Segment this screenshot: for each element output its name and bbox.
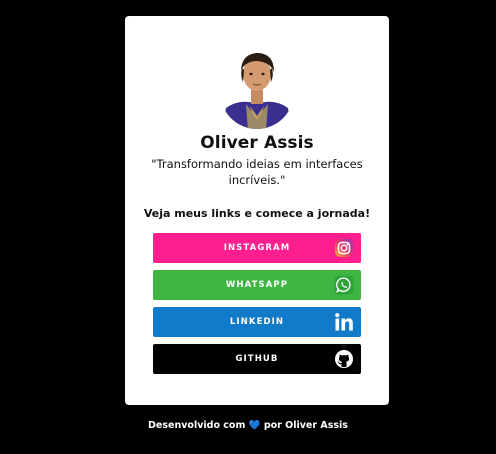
link-label: GITHUB: [235, 354, 279, 364]
whatsapp-link-button[interactable]: WHATSAPP: [153, 270, 361, 300]
github-link-button[interactable]: GITHUB: [153, 344, 361, 374]
profile-name: Oliver Assis: [200, 133, 314, 153]
instagram-icon: [333, 237, 355, 259]
avatar: [220, 46, 294, 131]
instagram-link-button[interactable]: INSTAGRAM: [153, 233, 361, 263]
linkedin-icon: [333, 311, 355, 333]
call-to-action: Veja meus links e comece a jornada!: [143, 207, 371, 220]
github-icon: [333, 348, 355, 370]
profile-bio: "Transformando ideias em interfaces incr…: [151, 157, 363, 187]
link-label: LINKEDIN: [229, 317, 285, 327]
footer-prefix: Desenvolvido com: [148, 420, 246, 431]
link-label: WHATSAPP: [225, 280, 289, 290]
heart-icon: 💙: [248, 420, 261, 431]
footer-author: por Oliver Assis: [263, 420, 348, 431]
profile-card: Oliver Assis "Transformando ideias em in…: [125, 16, 389, 405]
linkedin-link-button[interactable]: LINKEDIN: [153, 307, 361, 337]
link-label: INSTAGRAM: [223, 243, 291, 253]
footer: Desenvolvido com 💙 por Oliver Assis: [0, 420, 496, 431]
whatsapp-icon: [333, 274, 355, 296]
